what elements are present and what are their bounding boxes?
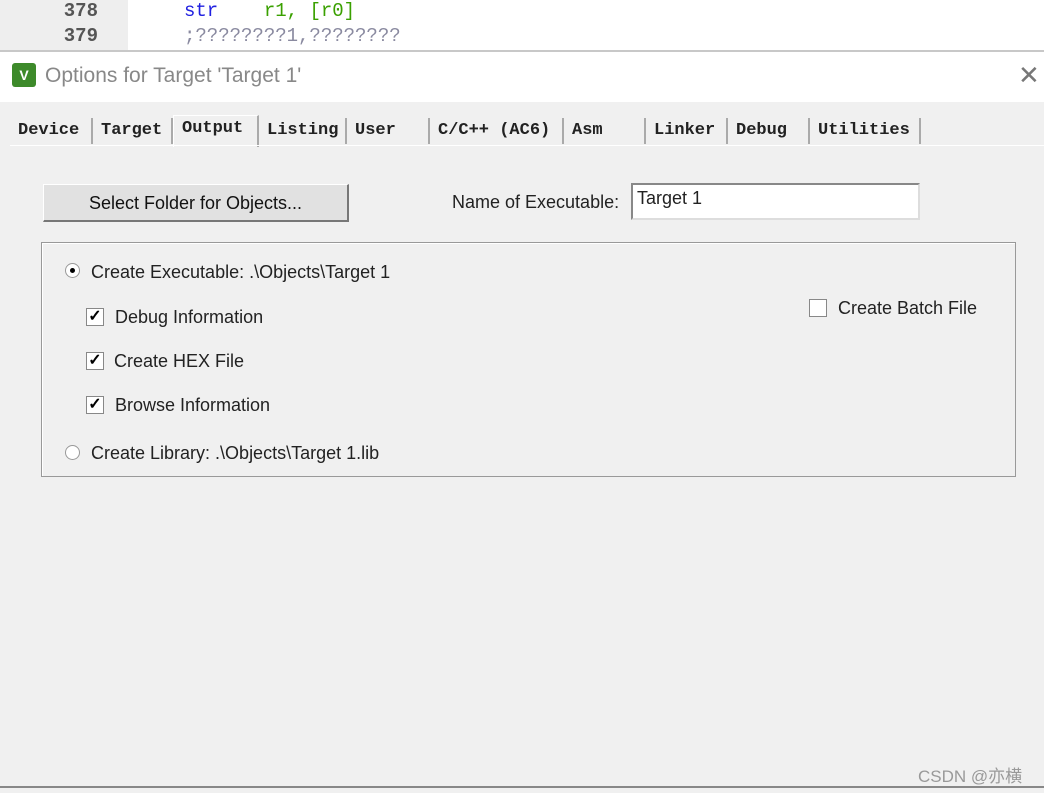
tab-listing[interactable]: Listing — [259, 118, 347, 144]
watermark: CSDN @亦横 — [918, 767, 1023, 786]
select-folder-button[interactable]: Select Folder for Objects... — [43, 184, 349, 222]
line-number: 378 — [0, 0, 128, 25]
create-executable-label: Create Executable: .\Objects\Target 1 — [91, 262, 391, 282]
dialog-title: Options for Target 'Target 1' — [45, 64, 302, 87]
tab-debug[interactable]: Debug — [728, 118, 810, 144]
create-hex-checkbox[interactable]: ✓ — [86, 352, 104, 370]
create-batch-file-checkbox[interactable] — [809, 299, 827, 317]
tab-output[interactable]: Output — [173, 115, 259, 147]
debug-information-checkbox[interactable]: ✓ — [86, 308, 104, 326]
code-line: str r1, [r0] — [184, 0, 356, 22]
close-icon[interactable]: ✕ — [1018, 60, 1040, 91]
tab-user[interactable]: User — [347, 118, 430, 144]
tab-cpp[interactable]: C/C++ (AC6) — [430, 118, 564, 144]
create-library-label: Create Library: .\Objects\Target 1.lib — [91, 443, 380, 463]
create-batch-file-label: Create Batch File — [838, 298, 978, 318]
browse-information-checkbox[interactable]: ✓ — [86, 396, 104, 414]
dialog-bottom-border — [0, 786, 1044, 788]
name-of-executable-label: Name of Executable: — [452, 192, 620, 212]
browse-information-label: Browse Information — [115, 395, 271, 415]
tab-utilities[interactable]: Utilities — [810, 118, 921, 144]
code-editor: 378 379 str r1, [r0] ;????????1,???????? — [0, 0, 1044, 52]
create-hex-label: Create HEX File — [114, 351, 245, 371]
tab-target[interactable]: Target — [93, 118, 173, 144]
executable-name-input[interactable]: Target 1 — [631, 183, 920, 220]
tab-device[interactable]: Device — [10, 118, 93, 144]
line-number: 379 — [0, 25, 128, 50]
code-line: ;????????1,???????? — [184, 25, 401, 47]
create-executable-radio[interactable] — [65, 263, 80, 278]
keil-uvision-icon: V — [12, 63, 36, 87]
create-library-radio[interactable] — [65, 445, 80, 460]
tab-linker[interactable]: Linker — [646, 118, 728, 144]
tab-asm[interactable]: Asm — [564, 118, 646, 144]
tab-divider — [10, 145, 1044, 146]
debug-information-label: Debug Information — [115, 307, 264, 327]
